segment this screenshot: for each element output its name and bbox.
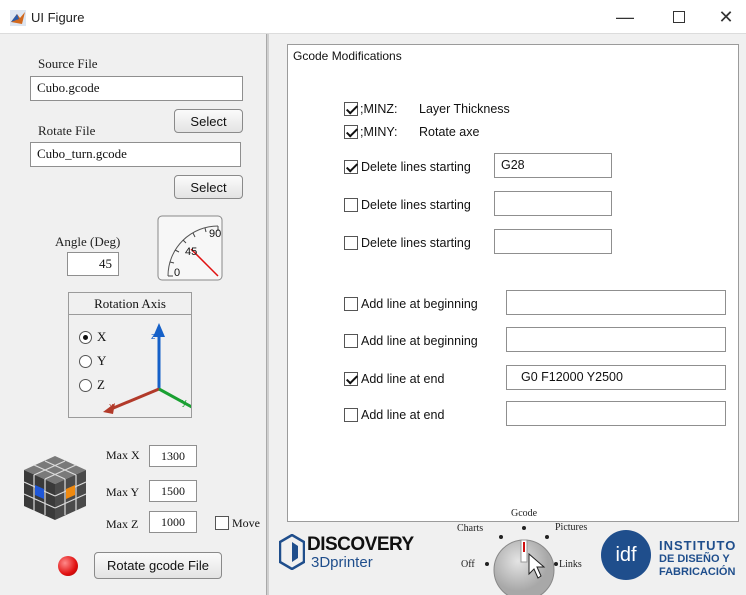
- gcode-modifications-panel: Gcode Modifications ;MINZ: Layer Thickne…: [287, 44, 739, 522]
- idf-text: idf: [615, 543, 637, 566]
- institute-line-2: DE DISEÑO Y: [659, 553, 730, 565]
- add-end-label-1: Add line at end: [361, 372, 445, 386]
- select-rotate-button[interactable]: Select: [174, 175, 243, 199]
- matlab-icon: [10, 10, 26, 26]
- delete-lines-field-1[interactable]: G28: [494, 153, 612, 178]
- axis-z-label: z: [151, 331, 156, 341]
- add-beginning-field-2[interactable]: [506, 327, 726, 352]
- discovery-main-text: DISCOVERY: [307, 534, 414, 555]
- status-lamp: [58, 556, 78, 576]
- add-end-label-2: Add line at end: [361, 408, 445, 422]
- max-z-field[interactable]: 1000: [149, 511, 197, 533]
- gauge-max-label: 90: [209, 228, 222, 240]
- select-source-button[interactable]: Select: [174, 109, 243, 133]
- institute-line-3: FABRICACIÓN: [659, 566, 736, 578]
- source-file-field[interactable]: Cubo.gcode: [30, 76, 243, 101]
- rubiks-cube-icon: [23, 456, 87, 520]
- add-beginning-label-2: Add line at beginning: [361, 334, 478, 348]
- title-bar: UI Figure — ✕: [0, 0, 746, 34]
- axis-y-label: y: [182, 397, 187, 407]
- rotation-axis-title: Rotation Axis: [69, 293, 191, 315]
- institute-line-1: INSTITUTO: [659, 538, 737, 553]
- rotation-axis-panel: Rotation Axis X Y Z z x y: [68, 292, 192, 418]
- delete-lines-label-3: Delete lines starting: [361, 236, 471, 250]
- mode-knob[interactable]: Gcode Charts Pictures Off Links: [449, 504, 599, 595]
- discovery-sub-text: 3Dprinter: [311, 554, 373, 571]
- left-panel: Source File Cubo.gcode Select Rotate Fil…: [8, 34, 266, 595]
- idf-circle-icon: idf: [601, 530, 651, 580]
- delete-lines-label-1: Delete lines starting: [361, 160, 471, 174]
- miny-label: ;MINY:: [360, 125, 398, 139]
- discovery-logo: DISCOVERY 3Dprinter: [279, 526, 439, 576]
- miny-checkbox[interactable]: [344, 125, 358, 139]
- add-end-field-1[interactable]: G0 F12000 Y2500: [506, 365, 726, 390]
- minz-extra-label: Layer Thickness: [419, 102, 510, 116]
- minz-checkbox[interactable]: [344, 102, 358, 116]
- move-checkbox[interactable]: [215, 516, 229, 530]
- max-y-label: Max Y: [106, 485, 140, 499]
- gauge-mid-label: 45: [185, 246, 198, 258]
- gauge-min-label: 0: [174, 267, 181, 279]
- delete-lines-field-2[interactable]: [494, 191, 612, 216]
- delete-lines-label-2: Delete lines starting: [361, 198, 471, 212]
- right-panel: Gcode Modifications ;MINZ: Layer Thickne…: [269, 34, 746, 595]
- angle-gauge[interactable]: 0 90 45: [154, 212, 226, 284]
- add-beginning-field-1[interactable]: [506, 290, 726, 315]
- delete-lines-checkbox-1[interactable]: [344, 160, 358, 174]
- institute-logo: idf INSTITUTO DE DISEÑO Y FABRICACIÓN: [599, 528, 746, 582]
- max-x-field[interactable]: 1300: [149, 445, 197, 467]
- maximize-icon[interactable]: [656, 0, 702, 34]
- minimize-icon[interactable]: —: [602, 0, 648, 34]
- angle-label: Angle (Deg): [55, 234, 121, 249]
- add-end-field-2[interactable]: [506, 401, 726, 426]
- add-beginning-label-1: Add line at beginning: [361, 297, 478, 311]
- max-y-field[interactable]: 1500: [149, 480, 197, 502]
- delete-lines-checkbox-3[interactable]: [344, 236, 358, 250]
- add-end-checkbox-1[interactable]: [344, 372, 358, 386]
- gcode-panel-title: Gcode Modifications: [293, 49, 402, 63]
- add-end-checkbox-2[interactable]: [344, 408, 358, 422]
- move-label: Move: [232, 516, 260, 530]
- delete-lines-field-3[interactable]: [494, 229, 612, 254]
- rotate-gcode-button[interactable]: Rotate gcode File: [94, 552, 222, 579]
- axis-diagram: [103, 323, 191, 414]
- axis-x-label: x: [109, 401, 114, 411]
- rotate-file-field[interactable]: Cubo_turn.gcode: [30, 142, 241, 167]
- close-icon[interactable]: ✕: [703, 0, 746, 34]
- max-x-label: Max X: [106, 448, 140, 462]
- add-beginning-checkbox-2[interactable]: [344, 334, 358, 348]
- delete-lines-checkbox-2[interactable]: [344, 198, 358, 212]
- source-file-label: Source File: [38, 56, 98, 71]
- max-z-label: Max Z: [106, 517, 139, 531]
- rotate-file-label: Rotate File: [38, 123, 96, 138]
- miny-extra-label: Rotate axe: [419, 125, 480, 139]
- window-title: UI Figure: [31, 10, 85, 25]
- angle-field[interactable]: 45: [67, 252, 119, 276]
- discovery-hex-icon: [279, 534, 305, 570]
- add-beginning-checkbox-1[interactable]: [344, 297, 358, 311]
- minz-label: ;MINZ:: [360, 102, 398, 116]
